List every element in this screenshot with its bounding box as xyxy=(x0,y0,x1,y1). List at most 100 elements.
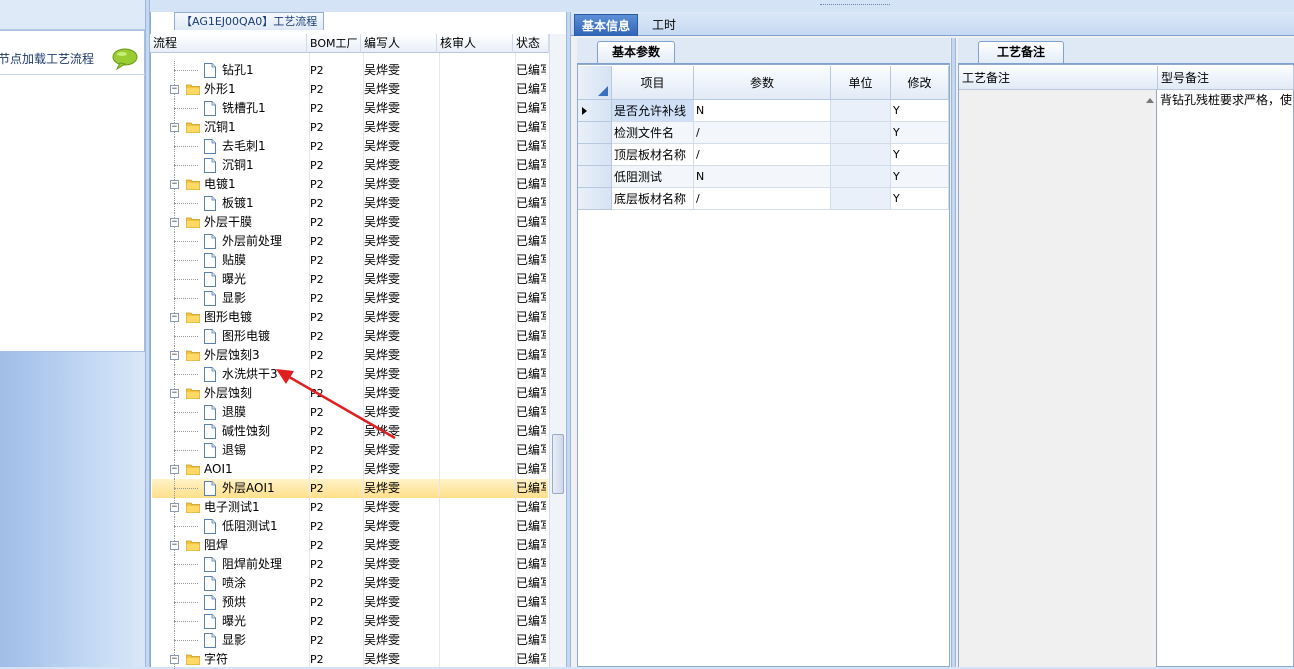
tree-node-label[interactable]: 字符 xyxy=(204,650,309,669)
tree-node-label[interactable]: 喷涂 xyxy=(222,574,309,593)
tree-step-row[interactable]: 外层AOI1P2 吴烨雯 已编写 xyxy=(152,479,548,498)
tree-collapse-icon[interactable]: − xyxy=(170,123,179,132)
tree-folder-row[interactable]: − 外形1P2 吴烨雯 已编写 xyxy=(152,80,548,99)
param-value-cell[interactable]: N xyxy=(694,100,831,122)
tree-step-row[interactable]: 图形电镀P2 吴烨雯 已编写 xyxy=(152,327,548,346)
tree-node-label[interactable]: 外层干膜 xyxy=(204,213,309,232)
param-value-cell[interactable]: / xyxy=(694,122,831,144)
param-value-cell[interactable]: / xyxy=(694,188,831,210)
param-row-header[interactable] xyxy=(578,144,612,166)
tree-folder-row[interactable]: − 电子测试1P2 吴烨雯 已编写 xyxy=(152,498,548,517)
tree-folder-row[interactable]: − 沉铜1P2 吴烨雯 已编写 xyxy=(152,118,548,137)
param-row-header[interactable] xyxy=(578,122,612,144)
param-value-cell[interactable]: / xyxy=(694,144,831,166)
chat-bubble-icon[interactable] xyxy=(112,48,138,70)
tree-node-label[interactable]: 板镀1 xyxy=(222,194,309,213)
param-col-modify[interactable]: 修改 xyxy=(891,66,949,100)
tree-collapse-icon[interactable]: − xyxy=(170,85,179,94)
param-unit-cell[interactable] xyxy=(831,188,891,210)
tree-step-row[interactable]: 显影P2 吴烨雯 已编写 xyxy=(152,289,548,308)
tab-basic-info[interactable]: 基本信息 xyxy=(574,14,639,36)
column-header-writer[interactable]: 编写人 xyxy=(361,34,437,53)
tree-folder-row[interactable]: − AOI1P2 吴烨雯 已编写 xyxy=(152,460,548,479)
param-row-header[interactable] xyxy=(578,166,612,188)
tree-collapse-icon[interactable]: − xyxy=(170,389,179,398)
tree-node-label[interactable]: 图形电镀 xyxy=(222,327,309,346)
tab-work-hours[interactable]: 工时 xyxy=(645,14,683,36)
column-header-status[interactable]: 状态 xyxy=(513,34,549,53)
tree-folder-row[interactable]: − 外层干膜P2 吴烨雯 已编写 xyxy=(152,213,548,232)
tree-node-label[interactable]: 曝光 xyxy=(222,612,309,631)
param-unit-cell[interactable] xyxy=(831,122,891,144)
tree-step-row[interactable]: 沉铜1P2 吴烨雯 已编写 xyxy=(152,156,548,175)
tree-node-label[interactable]: 外层前处理 xyxy=(222,232,309,251)
tree-step-row[interactable]: 曝光P2 吴烨雯 已编写 xyxy=(152,612,548,631)
param-unit-cell[interactable] xyxy=(831,166,891,188)
tree-node-label[interactable]: 去毛刺1 xyxy=(222,137,309,156)
tree-folder-row[interactable]: − 图形电镀P2 吴烨雯 已编写 xyxy=(152,308,548,327)
tree-collapse-icon[interactable]: − xyxy=(170,180,179,189)
tree-step-row[interactable]: 钻孔1P2 吴烨雯 已编写 xyxy=(152,61,548,80)
column-header-reviewer[interactable]: 核审人 xyxy=(437,34,513,53)
tree-node-label[interactable]: AOI1 xyxy=(204,460,309,479)
tree-node-label[interactable]: 外形1 xyxy=(204,80,309,99)
tree-step-row[interactable]: 阻焊前处理P2 吴烨雯 已编写 xyxy=(152,555,548,574)
param-unit-cell[interactable] xyxy=(831,100,891,122)
tree-step-row[interactable]: 铣槽孔1P2 吴烨雯 已编写 xyxy=(152,99,548,118)
tree-node-label[interactable]: 电镀1 xyxy=(204,175,309,194)
tree-node-label[interactable]: 钻孔1 xyxy=(222,61,309,80)
detail-splitter[interactable] xyxy=(951,38,956,667)
tree-folder-row[interactable]: − 阻焊P2 吴烨雯 已编写 xyxy=(152,536,548,555)
param-row-header[interactable] xyxy=(578,100,612,122)
tree-step-row[interactable]: 外层前处理P2 吴烨雯 已编写 xyxy=(152,232,548,251)
tree-node-label[interactable]: 图形电镀 xyxy=(204,308,309,327)
tree-node-label[interactable]: 显影 xyxy=(222,289,309,308)
tree-step-row[interactable]: 预烘P2 吴烨雯 已编写 xyxy=(152,593,548,612)
tree-collapse-icon[interactable]: − xyxy=(170,218,179,227)
left-panel-title[interactable]: 节点加载工艺流程 xyxy=(0,50,94,67)
tree-collapse-icon[interactable]: − xyxy=(170,503,179,512)
tree-step-row[interactable]: 曝光P2 吴烨雯 已编写 xyxy=(152,270,548,289)
tree-collapse-icon[interactable]: − xyxy=(170,541,179,550)
param-col-param[interactable]: 参数 xyxy=(694,66,831,100)
tree-step-row[interactable]: 喷涂P2 吴烨雯 已编写 xyxy=(152,574,548,593)
param-value-cell[interactable]: N xyxy=(694,166,831,188)
param-col-unit[interactable]: 单位 xyxy=(831,66,891,100)
tree-step-row[interactable]: 显影P2 吴烨雯 已编写 xyxy=(152,631,548,650)
tree-collapse-icon[interactable]: − xyxy=(170,465,179,474)
remark-col-process[interactable]: 工艺备注 xyxy=(959,66,1158,90)
tree-node-label[interactable]: 预烘 xyxy=(222,593,309,612)
tree-scroll-thumb[interactable] xyxy=(552,434,564,494)
tree-node-label[interactable]: 铣槽孔1 xyxy=(222,99,309,118)
model-remark-text[interactable]: 背钻孔残桩要求严格，使 xyxy=(1160,91,1294,109)
tree-folder-row[interactable]: − 字符P2 吴烨雯 已编写 xyxy=(152,650,548,669)
remark-scroll-up-icon[interactable] xyxy=(1146,98,1154,103)
tree-node-label[interactable]: 贴膜 xyxy=(222,251,309,270)
tree-step-row[interactable]: 贴膜P2 吴烨雯 已编写 xyxy=(152,251,548,270)
tree-node-label[interactable]: 沉铜1 xyxy=(222,156,309,175)
param-row-header[interactable] xyxy=(578,188,612,210)
tree-step-row[interactable]: 低阻测试1P2 吴烨雯 已编写 xyxy=(152,517,548,536)
column-header-process[interactable]: 流程 xyxy=(150,34,307,53)
tab-process-remarks[interactable]: 工艺备注 xyxy=(978,41,1065,63)
column-header-bom-factory[interactable]: BOM工厂 xyxy=(307,34,361,53)
tree-node-label[interactable]: 阻焊前处理 xyxy=(222,555,309,574)
process-tree-title-tab[interactable]: 【AG1EJ00QA0】工艺流程 xyxy=(174,12,325,30)
param-unit-cell[interactable] xyxy=(831,144,891,166)
process-remark-field[interactable] xyxy=(959,90,1157,667)
tree-folder-row[interactable]: − 电镀1P2 吴烨雯 已编写 xyxy=(152,175,548,194)
tree-step-row[interactable]: 去毛刺1P2 吴烨雯 已编写 xyxy=(152,137,548,156)
tree-collapse-icon[interactable]: − xyxy=(170,313,179,322)
tree-node-label[interactable]: 外层AOI1 xyxy=(222,479,309,498)
tree-node-label[interactable]: 显影 xyxy=(222,631,309,650)
tree-node-label[interactable]: 曝光 xyxy=(222,270,309,289)
tree-collapse-icon[interactable]: − xyxy=(170,351,179,360)
param-col-item[interactable]: 项目 xyxy=(612,66,694,100)
remark-col-model[interactable]: 型号备注 xyxy=(1158,66,1294,90)
tree-node-label[interactable]: 电子测试1 xyxy=(204,498,309,517)
tree-node-label[interactable]: 沉铜1 xyxy=(204,118,309,137)
tab-basic-params[interactable]: 基本参数 xyxy=(597,41,676,63)
tree-node-label[interactable]: 低阻测试1 xyxy=(222,517,309,536)
tree-collapse-icon[interactable]: − xyxy=(170,655,179,664)
tree-step-row[interactable]: 板镀1P2 吴烨雯 已编写 xyxy=(152,194,548,213)
